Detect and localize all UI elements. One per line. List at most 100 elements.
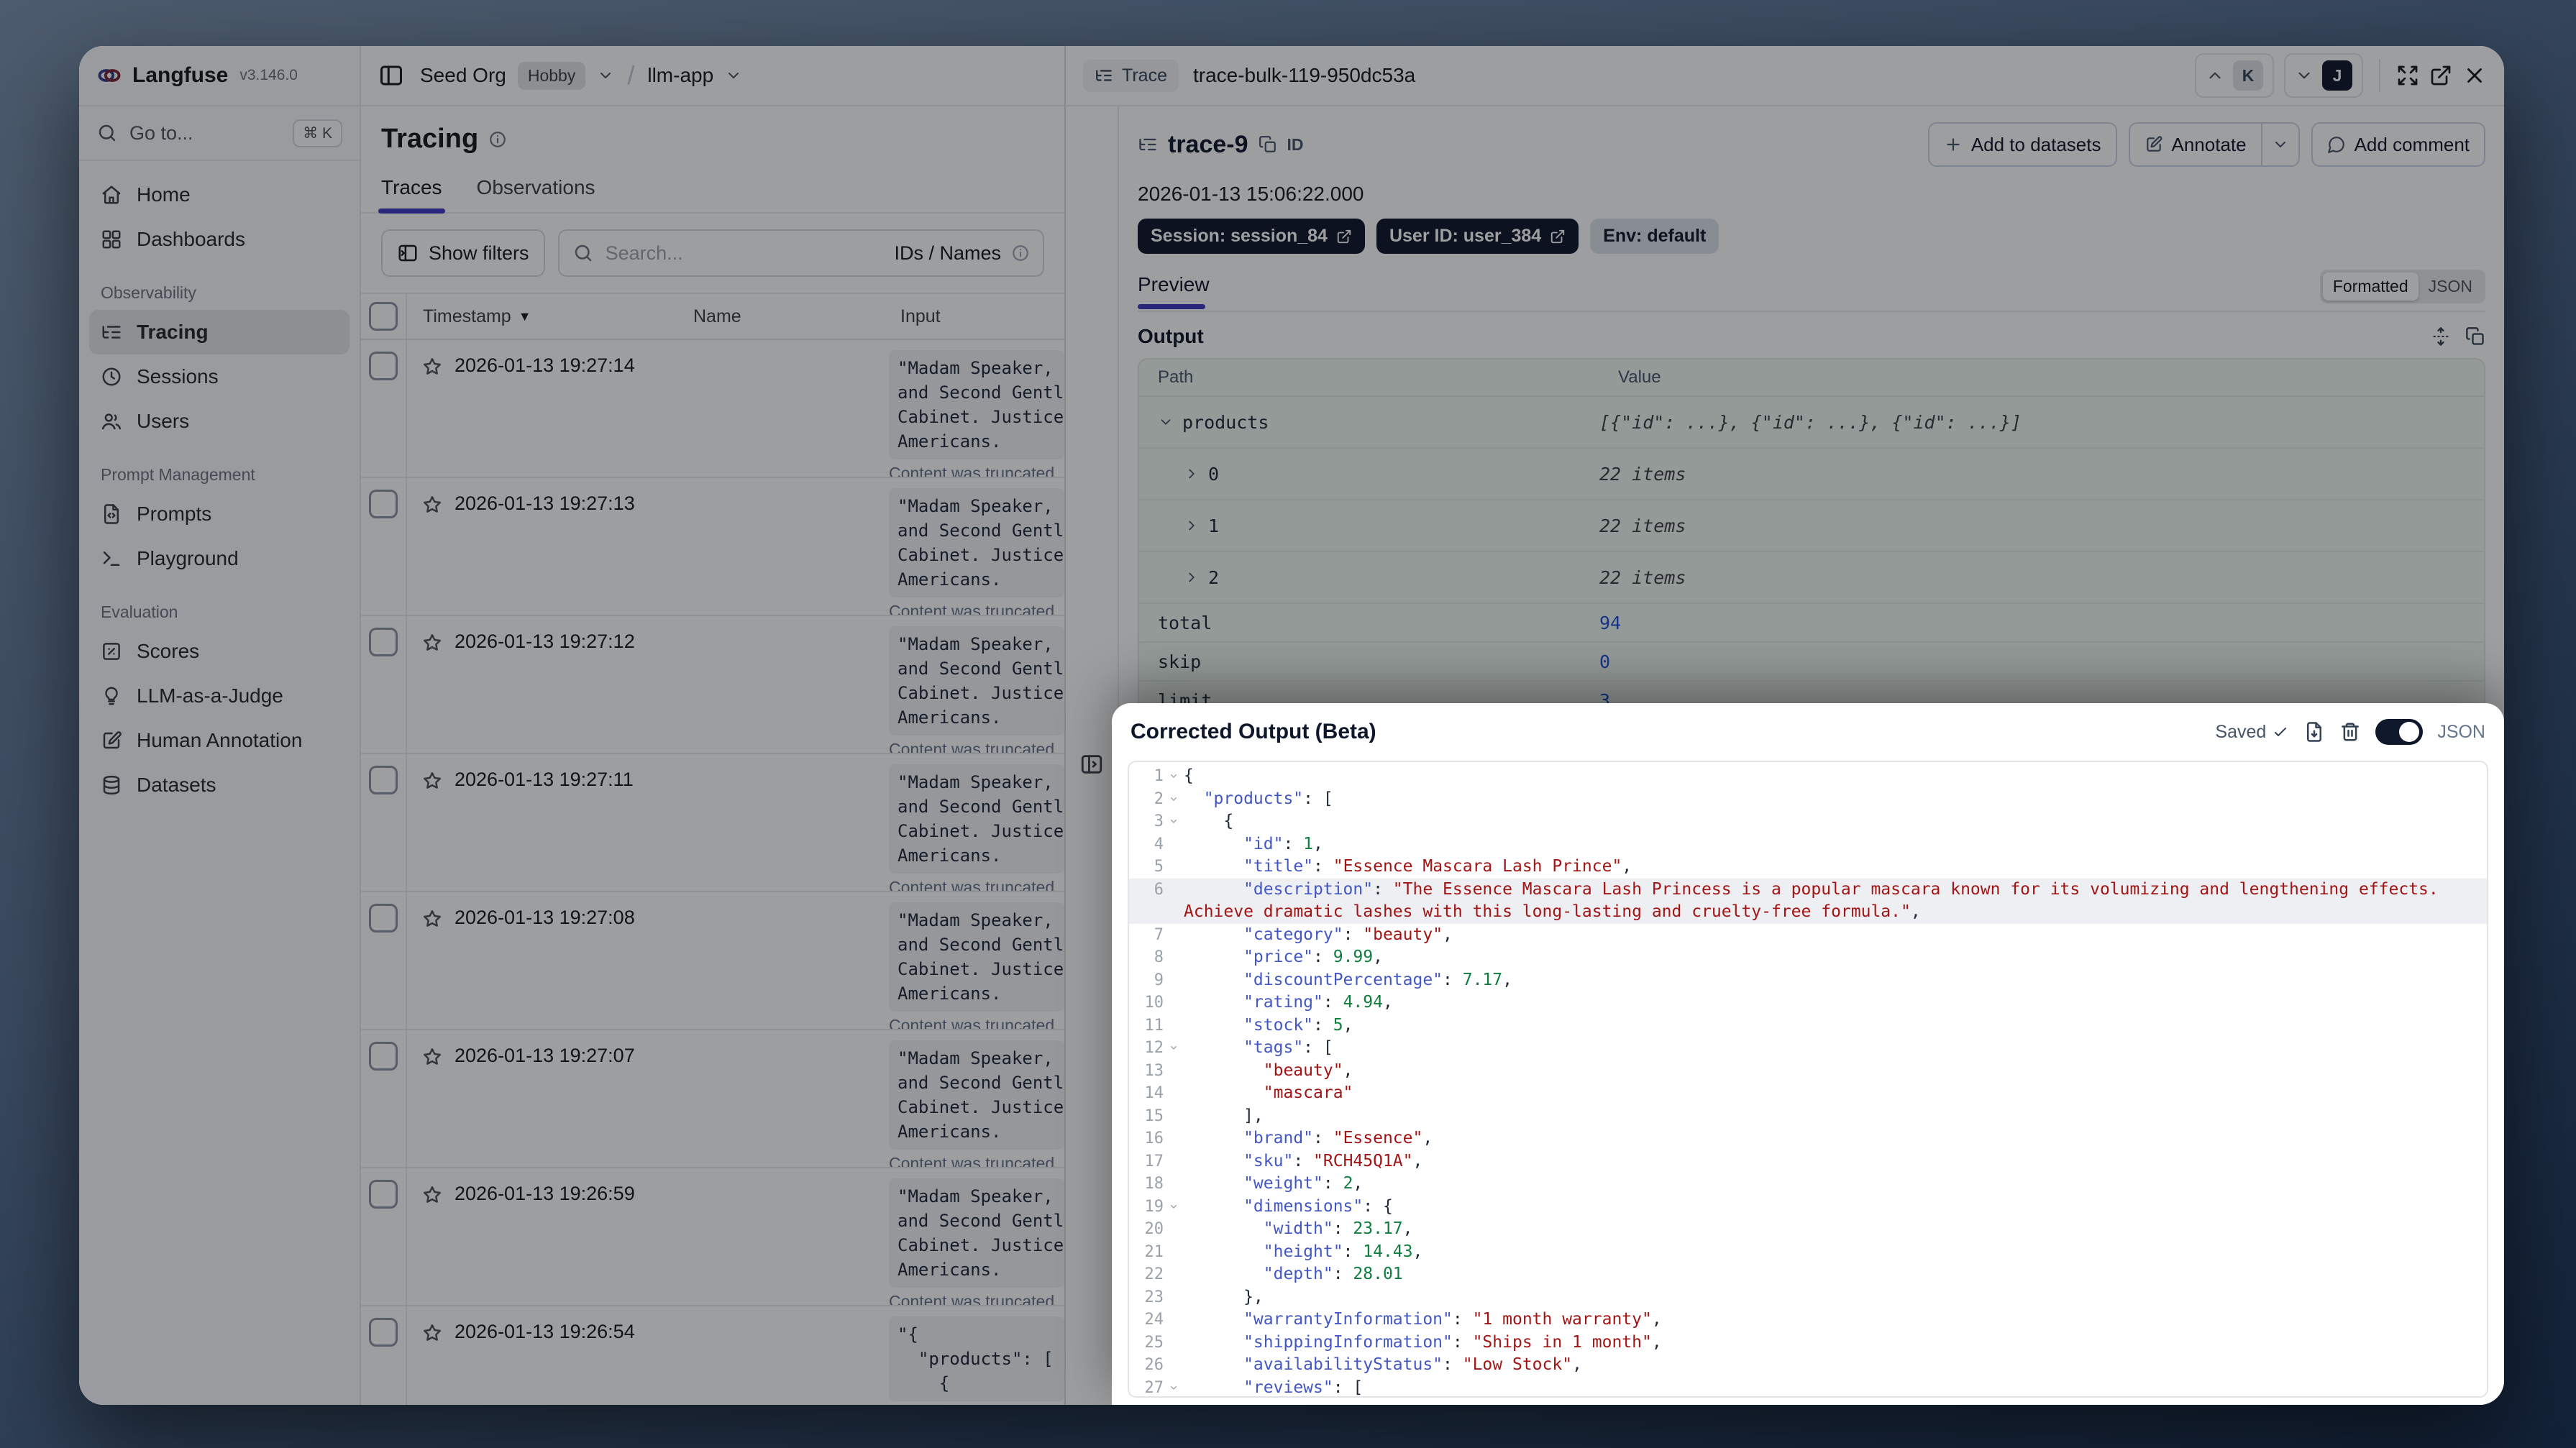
line-number: 12 [1144, 1039, 1164, 1057]
code-line-24[interactable]: 24 "warrantyInformation": "1 month warran… [1129, 1309, 2487, 1332]
code-line-12[interactable]: 12 "tags": [ [1129, 1037, 2487, 1060]
fold-toggle [1164, 1105, 1184, 1128]
line-number: 25 [1144, 1333, 1164, 1352]
line-number: 17 [1144, 1152, 1164, 1170]
toggle-knob [2399, 722, 2420, 742]
code-line-18[interactable]: 18 "weight": 2, [1129, 1173, 2487, 1196]
code-line-4[interactable]: 4 "id": 1, [1129, 833, 2487, 856]
code-content: ], [1243, 1106, 1264, 1125]
app-window: Langfuse v3.146.0 Go to... ⌘ K Home Dashb… [79, 46, 2504, 1405]
line-number: 27 [1144, 1378, 1164, 1397]
line-number: 14 [1144, 1084, 1164, 1102]
fold-toggle [1164, 1150, 1184, 1173]
fold-toggle [1164, 1218, 1184, 1241]
fold-toggle[interactable] [1164, 1377, 1184, 1397]
code-line-14[interactable]: 14 "mascara" [1129, 1082, 2487, 1105]
code-line-25[interactable]: 25 "shippingInformation": "Ships in 1 mon… [1129, 1332, 2487, 1355]
code-content: "id": 1, [1243, 834, 1323, 853]
code-line-13[interactable]: 13 "beauty", [1129, 1060, 2487, 1083]
line-number: 9 [1154, 971, 1164, 989]
code-content: "sku": "RCH45Q1A", [1243, 1151, 1423, 1170]
code-line-10[interactable]: 10 "rating": 4.94, [1129, 991, 2487, 1014]
code-line-23[interactable]: 23}, [1129, 1286, 2487, 1309]
code-content: "stock": 5, [1243, 1015, 1353, 1035]
line-number [1129, 901, 1164, 924]
fold-toggle [1164, 991, 1184, 1014]
code-line-5[interactable]: 5 "title": "Essence Mascara Lash Prince", [1129, 856, 2487, 879]
fold-toggle[interactable] [1164, 788, 1184, 811]
code-content: "shippingInformation": "Ships in 1 month… [1243, 1332, 1662, 1352]
line-number: 20 [1144, 1220, 1164, 1238]
code-line-15[interactable]: 15], [1129, 1105, 2487, 1128]
code-content: "height": 14.43, [1263, 1242, 1423, 1261]
line-number: 16 [1144, 1129, 1164, 1147]
code-content: Achieve dramatic lashes with this long-l… [1184, 902, 1921, 921]
code-line-3[interactable]: 3{ [1129, 810, 2487, 833]
fold-toggle [1164, 1241, 1184, 1264]
code-line-20[interactable]: 20 "width": 23.17, [1129, 1218, 2487, 1241]
code-content: "category": "beauty", [1243, 925, 1453, 944]
code-line-17[interactable]: 17 "sku": "RCH45Q1A", [1129, 1150, 2487, 1173]
line-number: 5 [1154, 858, 1164, 876]
fold-toggle [1164, 1014, 1184, 1037]
code-content: "rating": 4.94, [1243, 993, 1393, 1012]
line-number: 18 [1144, 1175, 1164, 1193]
code-content: "depth": 28.01 [1263, 1265, 1403, 1283]
line-number: 7 [1154, 925, 1164, 944]
fold-toggle[interactable] [1164, 765, 1184, 788]
code-content: { [1223, 812, 1234, 830]
line-number: 22 [1144, 1265, 1164, 1283]
fold-toggle [1164, 1173, 1184, 1196]
line-number: 24 [1144, 1311, 1164, 1329]
json-toggle[interactable] [2375, 719, 2424, 745]
line-number: 11 [1144, 1016, 1164, 1035]
code-line-8[interactable]: 8 "price": 9.99, [1129, 946, 2487, 969]
line-number: 8 [1154, 948, 1164, 966]
code-line-7[interactable]: 7 "category": "beauty", [1129, 924, 2487, 947]
fold-toggle[interactable] [1164, 1196, 1184, 1219]
fold-toggle [1164, 1082, 1184, 1105]
fold-toggle [1164, 946, 1184, 969]
fold-toggle [1164, 969, 1184, 992]
code-line-22[interactable]: 22 "depth": 28.01 [1129, 1263, 2487, 1286]
line-number: 4 [1154, 835, 1164, 853]
fold-toggle [1164, 1309, 1184, 1332]
save-file-icon[interactable] [2303, 721, 2325, 743]
line-number: 13 [1144, 1061, 1164, 1080]
line-number: 19 [1144, 1197, 1164, 1216]
code-content: "weight": 2, [1243, 1174, 1364, 1193]
fold-toggle[interactable] [1164, 810, 1184, 833]
corrected-output-title: Corrected Output (Beta) [1131, 720, 1376, 743]
fold-toggle [1164, 1127, 1184, 1150]
code-line-27[interactable]: 27 "reviews": [ [1129, 1377, 2487, 1397]
code-line-21[interactable]: 21 "height": 14.43, [1129, 1241, 2487, 1264]
code-line-1[interactable]: 1{ [1129, 765, 2487, 788]
fold-toggle [1164, 1263, 1184, 1286]
code-line-26[interactable]: 26 "availabilityStatus": "Low Stock", [1129, 1354, 2487, 1377]
code-content: "reviews": [ [1243, 1378, 1364, 1397]
code-line-9[interactable]: 9 "discountPercentage": 7.17, [1129, 969, 2487, 992]
fold-toggle [1164, 1354, 1184, 1377]
line-number: 3 [1154, 812, 1164, 830]
trash-icon[interactable] [2339, 721, 2361, 743]
json-toggle-label: JSON [2437, 721, 2485, 742]
code-content: "brand": "Essence", [1243, 1129, 1433, 1147]
code-line-6[interactable]: Achieve dramatic lashes with this long-l… [1129, 901, 2487, 924]
code-content: "price": 9.99, [1243, 948, 1383, 966]
json-code-editor[interactable]: 1{2 "products": [3{4 "id": 1, 5 "title": "Es… [1128, 761, 2488, 1398]
fold-toggle [1164, 924, 1184, 947]
corrected-output-header: Corrected Output (Beta) Saved JSON [1112, 703, 2504, 761]
code-content: }, [1243, 1287, 1264, 1306]
fold-toggle [1164, 901, 1184, 924]
line-number: 10 [1144, 994, 1164, 1012]
line-number: 21 [1144, 1242, 1164, 1261]
code-line-6[interactable]: 6 "description": "The Essence Mascara Las… [1129, 878, 2487, 901]
saved-status: Saved [2215, 722, 2289, 743]
code-content: "availabilityStatus": "Low Stock", [1243, 1355, 1582, 1374]
code-line-2[interactable]: 2 "products": [ [1129, 788, 2487, 811]
fold-toggle[interactable] [1164, 1037, 1184, 1060]
fold-toggle [1164, 1332, 1184, 1355]
code-line-19[interactable]: 19 "dimensions": { [1129, 1196, 2487, 1219]
code-line-16[interactable]: 16 "brand": "Essence", [1129, 1127, 2487, 1150]
code-line-11[interactable]: 11 "stock": 5, [1129, 1014, 2487, 1037]
